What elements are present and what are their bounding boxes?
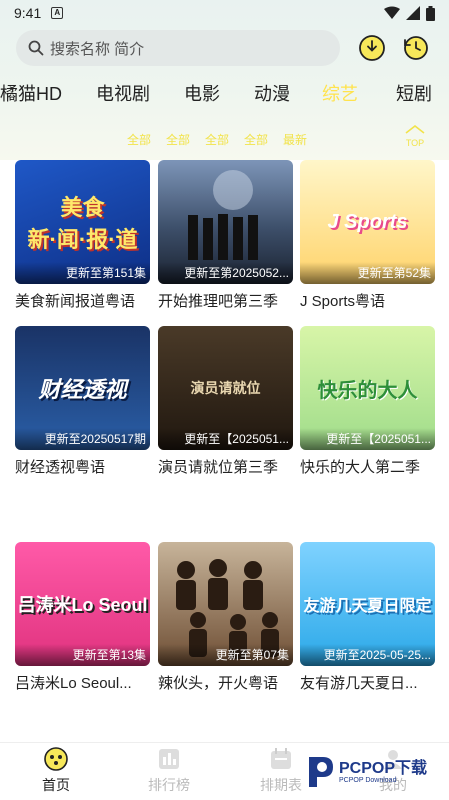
poster: 吕涛米Lo Seoul 更新至第13集 [15, 542, 150, 666]
update-badge: 更新至【2025051... [158, 428, 293, 450]
filter-row: 全部 全部 全部 全部 最新 [0, 127, 449, 149]
watermark-brand: PCPOP下载 [339, 759, 428, 777]
status-bar: 9:41 A [0, 0, 449, 26]
battery-icon [426, 5, 435, 21]
tab-movies[interactable]: 电影 [184, 80, 220, 106]
update-badge: 更新至第2025052... [158, 262, 293, 284]
filter-all-4[interactable]: 全部 [244, 131, 268, 148]
content-card[interactable]: J Sports 更新至第52集 J Sports粤语 [300, 160, 435, 311]
content-grid: 美食 新·闻·报·道 更新至第151集 美食新闻报道粤语 更新至第2025052… [0, 160, 449, 740]
watermark-sub: PCPOP Download [339, 776, 397, 784]
update-badge: 更新至2025-05-25... [300, 644, 435, 666]
card-title: 美食新闻报道粤语 [15, 293, 136, 310]
filter-latest[interactable]: 最新 [283, 131, 307, 148]
status-icons [384, 5, 435, 21]
card-title: 财经透视粤语 [15, 459, 106, 476]
download-button[interactable] [356, 32, 388, 64]
update-badge: 更新至第13集 [15, 644, 150, 666]
content-card[interactable]: 友游几天夏日限定 更新至2025-05-25... 友有游几天夏日... [300, 542, 435, 693]
tab-juemao-hd[interactable]: 橘猫HD [0, 80, 62, 106]
category-tabs: 橘猫HD 电视剧 电影 动漫 综艺 短剧 [0, 78, 449, 108]
tab-anime[interactable]: 动漫 [254, 80, 290, 106]
filter-all-2[interactable]: 全部 [166, 131, 190, 148]
search-input[interactable]: 搜索名称 简介 [16, 30, 340, 66]
poster: 美食 新·闻·报·道 更新至第151集 [15, 160, 150, 284]
top-label: TOP [405, 138, 425, 148]
calendar-icon [271, 748, 291, 769]
search-row: 搜索名称 简介 [0, 30, 449, 66]
poster: 更新至第2025052... [158, 160, 293, 284]
poster: 更新至第07集 [158, 542, 293, 666]
tab-short-drama[interactable]: 短剧 [396, 80, 432, 106]
search-icon [28, 40, 44, 56]
update-badge: 更新至第07集 [158, 644, 293, 666]
nav-ranking[interactable]: 排行榜 [134, 747, 204, 795]
filter-all-3[interactable]: 全部 [205, 131, 229, 148]
card-title: 快乐的大人第二季 [300, 459, 421, 476]
history-button[interactable] [400, 32, 432, 64]
poster: J Sports 更新至第52集 [300, 160, 435, 284]
card-title: 辣伙头，开火粤语 [158, 675, 279, 692]
nav-schedule-label: 排期表 [260, 777, 302, 793]
nav-home-label: 首页 [42, 777, 70, 793]
scroll-top-button[interactable]: TOP [398, 124, 432, 150]
pcpop-logo [309, 757, 333, 787]
nav-home[interactable]: 首页 [21, 747, 91, 795]
content-card[interactable]: 快乐的大人 更新至【2025051... 快乐的大人第二季 [300, 326, 435, 477]
card-title: J Sports粤语 [300, 293, 386, 310]
house-top-icon [405, 124, 425, 134]
update-badge: 更新至【2025051... [300, 428, 435, 450]
content-card[interactable]: 财经透视 更新至20250517期 财经透视粤语 [15, 326, 150, 477]
card-title: 友有游几天夏日... [300, 675, 418, 692]
watermark: PCPOP下载 PCPOP Download [305, 752, 445, 792]
update-badge: 更新至第52集 [300, 262, 435, 284]
status-time: 9:41 [14, 5, 42, 21]
poster: 财经透视 更新至20250517期 [15, 326, 150, 450]
ranking-icon [159, 749, 179, 769]
notification-icon: A [51, 7, 64, 19]
card-title: 演员请就位第三季 [158, 459, 279, 476]
wifi-icon [384, 6, 400, 19]
content-card[interactable]: 美食 新·闻·报·道 更新至第151集 美食新闻报道粤语 [15, 160, 150, 311]
home-icon [44, 747, 68, 771]
tab-variety[interactable]: 综艺 [322, 80, 358, 106]
poster: 友游几天夏日限定 更新至2025-05-25... [300, 542, 435, 666]
poster: 快乐的大人 更新至【2025051... [300, 326, 435, 450]
search-placeholder: 搜索名称 简介 [50, 40, 145, 58]
download-icon [359, 35, 385, 61]
content-card[interactable]: 演员请就位 更新至【2025051... 演员请就位第三季 [158, 326, 293, 477]
tab-tv-series[interactable]: 电视剧 [96, 80, 150, 106]
history-icon [404, 36, 428, 60]
poster: 演员请就位 更新至【2025051... [158, 326, 293, 450]
content-card[interactable]: 吕涛米Lo Seoul 更新至第13集 吕涛米Lo Seoul... [15, 542, 150, 693]
nav-ranking-label: 排行榜 [148, 777, 190, 793]
filter-all-1[interactable]: 全部 [127, 131, 151, 148]
signal-icon [406, 6, 420, 20]
card-title: 开始推理吧第三季 [158, 293, 279, 310]
update-badge: 更新至第151集 [15, 262, 150, 284]
content-card[interactable]: 更新至第07集 辣伙头，开火粤语 [158, 542, 293, 693]
content-card[interactable]: 更新至第2025052... 开始推理吧第三季 [158, 160, 293, 311]
update-badge: 更新至20250517期 [15, 428, 150, 450]
card-title: 吕涛米Lo Seoul... [15, 675, 132, 692]
